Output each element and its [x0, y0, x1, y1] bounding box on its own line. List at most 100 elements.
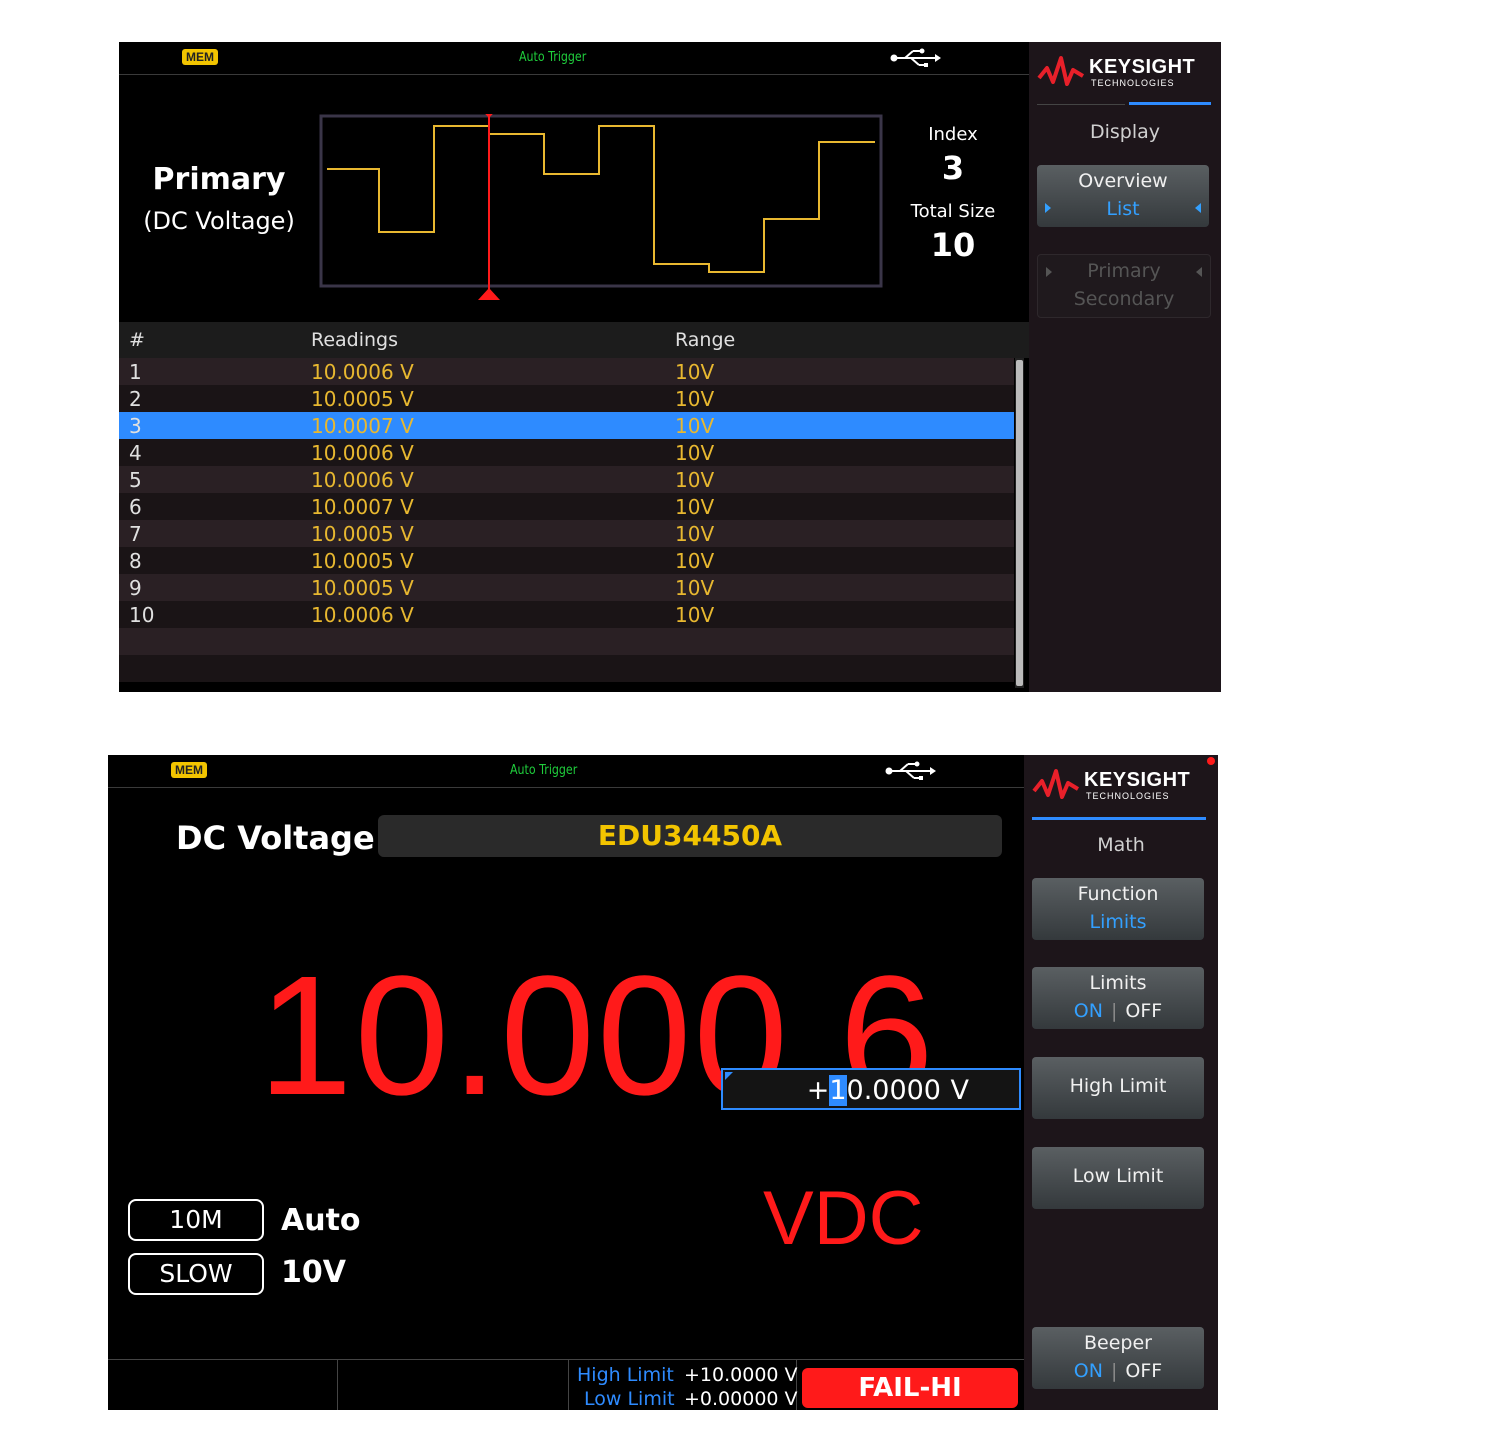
- softkey-low-limit[interactable]: Low Limit: [1032, 1147, 1204, 1209]
- softkey-label: Limits: [1089, 972, 1147, 994]
- row-range: 10V: [675, 414, 715, 438]
- off-option: OFF: [1125, 1000, 1163, 1022]
- row-number: 7: [129, 522, 142, 546]
- mem-badge: MEM: [171, 762, 207, 778]
- brand-subtitle: TECHNOLOGIES: [1086, 791, 1170, 801]
- row-range: 10V: [675, 468, 715, 492]
- primary-title: Primary: [152, 162, 286, 197]
- index-label: Index: [928, 124, 978, 145]
- on-option: ON: [1073, 1000, 1103, 1022]
- softkey-function[interactable]: Function Limits: [1032, 878, 1204, 940]
- entry-digits: 0.0000: [846, 1075, 941, 1106]
- table-row[interactable]: 8 10.0005 V 10V: [119, 547, 1014, 574]
- high-limit-value: +10.0000 V: [684, 1364, 798, 1386]
- divider: [568, 1360, 569, 1410]
- dmm-math-limits-screen: MEM Auto Trigger DC Voltage EDU34450A 10…: [108, 755, 1218, 1410]
- scrollbar-thumb[interactable]: [1016, 360, 1023, 686]
- entry-unit: V: [950, 1075, 969, 1106]
- on-option: ON: [1073, 1360, 1103, 1382]
- row-number: 8: [129, 549, 142, 573]
- row-reading: 10.0006 V: [311, 360, 414, 384]
- limit-entry-field[interactable]: +10.0000 V: [721, 1068, 1021, 1110]
- table-row[interactable]: 5 10.0006 V 10V: [119, 466, 1014, 493]
- total-size-label: Total Size: [910, 201, 996, 222]
- entry-cursor-digit[interactable]: 1: [829, 1075, 847, 1106]
- softkey-panel: KEYSIGHT TECHNOLOGIES Display Overview L…: [1029, 42, 1221, 692]
- softkey-overview-list[interactable]: Overview List: [1037, 165, 1209, 227]
- table-row[interactable]: 6 10.0007 V 10V: [119, 493, 1014, 520]
- arrow-right-icon: [1046, 267, 1052, 277]
- table-row[interactable]: 2 10.0005 V 10V: [119, 385, 1014, 412]
- row-reading: 10.0007 V: [311, 495, 414, 519]
- mem-badge: MEM: [182, 49, 218, 65]
- table-body: 1 10.0006 V 10V 2 10.0005 V 10V 3 10.0007 V 10V 4…: [119, 358, 1014, 682]
- softkey-label: Function: [1077, 883, 1159, 905]
- softkey-label: Low Limit: [1072, 1165, 1164, 1187]
- row-number: 10: [129, 603, 155, 627]
- empty-row: [119, 628, 1014, 655]
- trigger-status: Auto Trigger: [519, 50, 587, 65]
- softkey-onoff: ON | OFF: [1032, 1000, 1204, 1022]
- table-row[interactable]: 10 10.0006 V 10V: [119, 601, 1014, 628]
- index-value: 3: [941, 149, 965, 187]
- range-mode: Auto: [281, 1203, 361, 1238]
- arrow-left-icon: [1195, 203, 1201, 213]
- primary-subtitle: (DC Voltage): [143, 207, 295, 235]
- arrow-left-icon: [1196, 267, 1202, 277]
- softkey-label: Primary: [1087, 260, 1161, 282]
- table-row[interactable]: 9 10.0005 V 10V: [119, 574, 1014, 601]
- entry-corner-marker: [725, 1072, 733, 1080]
- table-row[interactable]: 1 10.0006 V 10V: [119, 358, 1014, 385]
- row-reading: 10.0005 V: [311, 522, 414, 546]
- usb-icon: [885, 761, 936, 780]
- row-range: 10V: [675, 522, 715, 546]
- low-limit-label: Low Limit: [584, 1388, 675, 1410]
- menu-indicator: [1032, 817, 1206, 820]
- row-reading: 10.0007 V: [311, 414, 414, 438]
- row-number: 9: [129, 576, 142, 600]
- softkey-limits-toggle[interactable]: Limits ON | OFF: [1032, 967, 1204, 1029]
- keysight-wave-icon: [1032, 769, 1080, 799]
- readings-table: # Readings Range 1 10.0006 V 10V 2 10.0005 V…: [119, 322, 1029, 692]
- table-row[interactable]: 3 10.0007 V 10V: [119, 412, 1014, 439]
- row-number: 3: [129, 414, 142, 438]
- softkey-beeper-toggle[interactable]: Beeper ON | OFF: [1032, 1327, 1204, 1389]
- brand-subtitle: TECHNOLOGIES: [1091, 78, 1175, 88]
- entry-sign: +: [806, 1075, 830, 1106]
- status-bar: MEM Auto Trigger: [108, 755, 1024, 788]
- brand-name: KEYSIGHT: [1084, 769, 1191, 791]
- row-range: 10V: [675, 441, 715, 465]
- row-reading: 10.0005 V: [311, 549, 414, 573]
- table-header: # Readings Range: [119, 322, 1029, 358]
- table-scrollbar[interactable]: [1015, 358, 1024, 688]
- row-range: 10V: [675, 603, 715, 627]
- row-range: 10V: [675, 495, 715, 519]
- separator: |: [1110, 1360, 1118, 1382]
- header-readings: Readings: [311, 329, 399, 351]
- cursor-bottom-marker: [478, 288, 500, 300]
- divider: [1037, 104, 1125, 105]
- softkey-high-limit[interactable]: High Limit: [1032, 1057, 1204, 1119]
- row-number: 1: [129, 360, 142, 384]
- arrow-right-icon: [1045, 203, 1051, 213]
- row-range: 10V: [675, 576, 715, 600]
- status-bar: MEM Auto Trigger: [119, 42, 1029, 75]
- row-number: 4: [129, 441, 142, 465]
- row-range: 10V: [675, 387, 715, 411]
- softkey-value: List: [1106, 198, 1140, 220]
- reading-unit: VDC: [763, 1176, 924, 1261]
- high-limit-label: High Limit: [577, 1364, 674, 1386]
- header-number: #: [129, 329, 145, 351]
- softkey-primary-secondary[interactable]: Primary Secondary: [1037, 254, 1211, 318]
- usb-icon: [890, 48, 941, 67]
- keysight-wave-icon: [1037, 56, 1085, 86]
- row-reading: 10.0005 V: [311, 387, 414, 411]
- table-row[interactable]: 4 10.0006 V 10V: [119, 439, 1014, 466]
- low-limit-value: +0.00000 V: [684, 1388, 798, 1410]
- menu-title: Math: [1097, 834, 1145, 856]
- softkey-value: Limits: [1089, 911, 1147, 933]
- table-row[interactable]: 7 10.0005 V 10V: [119, 520, 1014, 547]
- menu-indicator: [1129, 102, 1211, 105]
- alert-indicator: [1207, 757, 1215, 765]
- limit-status-badge: FAIL-HI: [802, 1368, 1018, 1408]
